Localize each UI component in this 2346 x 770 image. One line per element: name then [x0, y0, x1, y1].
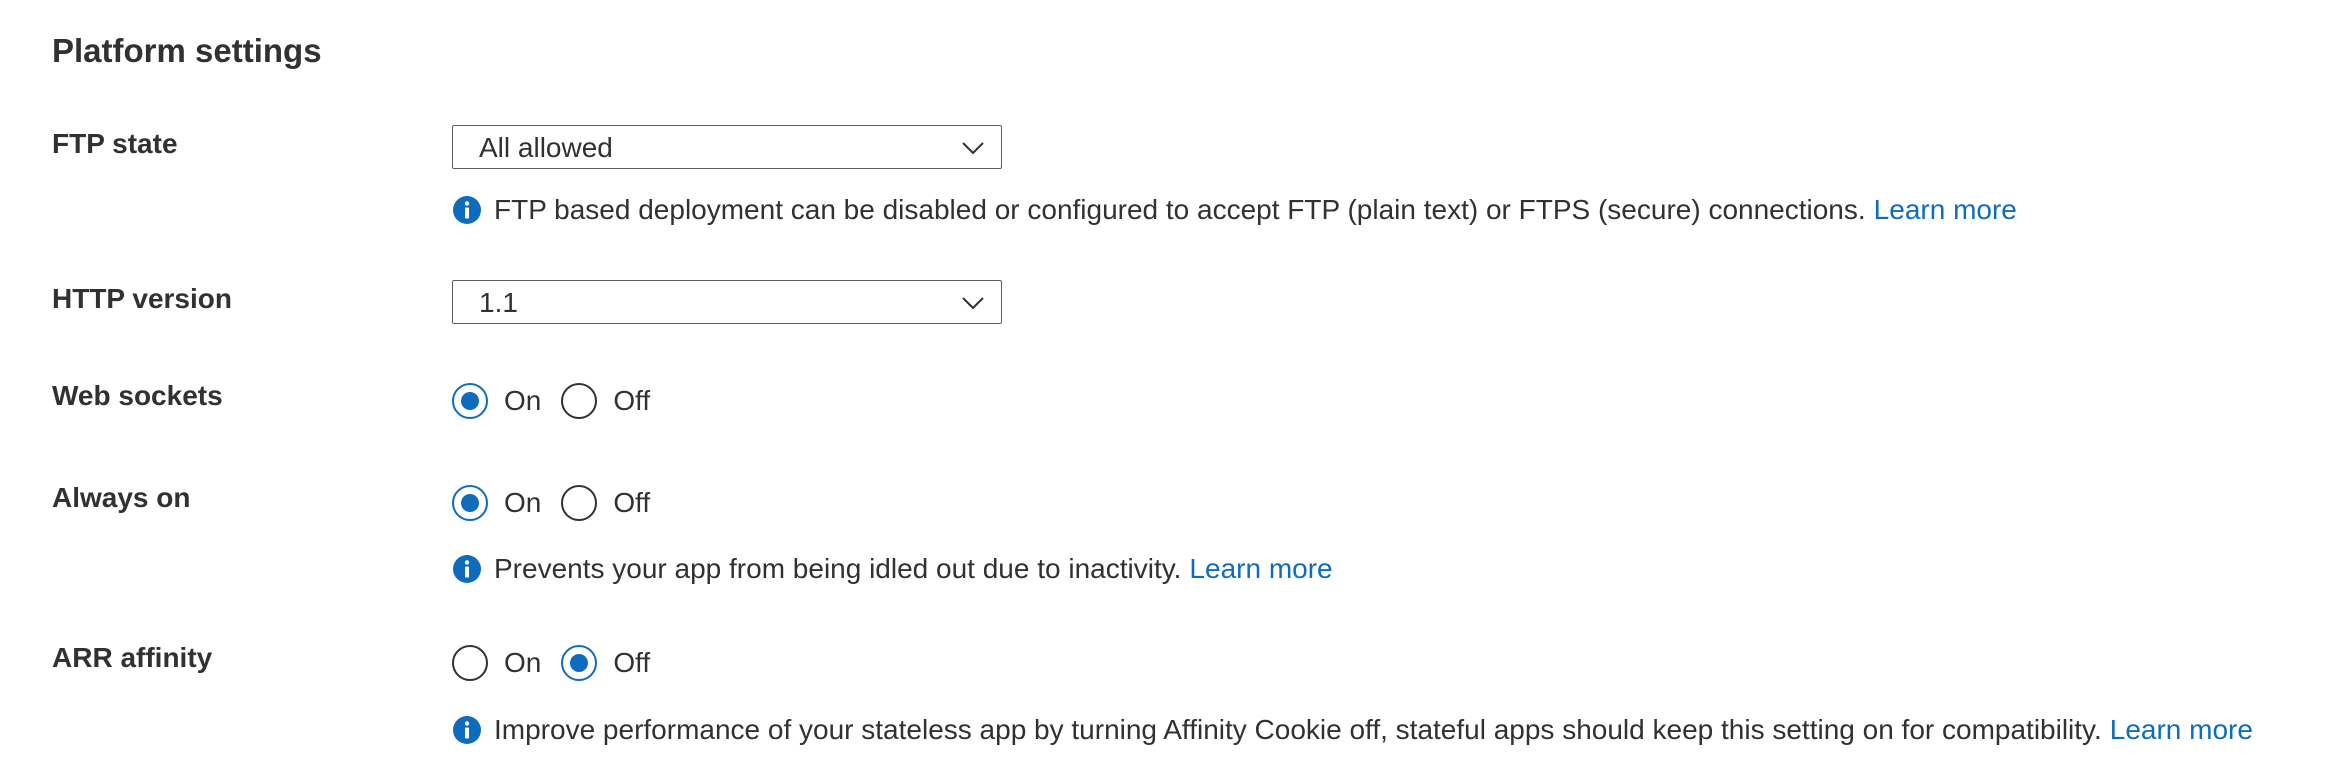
- arr-affinity-label: ARR affinity: [52, 642, 213, 673]
- always-on-off-label: Off: [613, 487, 651, 518]
- http-version-label: HTTP version: [52, 283, 232, 314]
- ftp-state-selected-value: All allowed: [479, 132, 613, 163]
- web-sockets-on-option[interactable]: On: [452, 383, 541, 419]
- web-sockets-on-radio[interactable]: [452, 383, 488, 419]
- http-version-selected-value: 1.1: [479, 287, 518, 318]
- ftp-state-info-text: FTP based deployment can be disabled or …: [494, 194, 1866, 225]
- always-on-on-option[interactable]: On: [452, 485, 541, 521]
- always-on-info: Prevents your app from being idled out d…: [452, 551, 1333, 587]
- always-on-off-option[interactable]: Off: [561, 485, 650, 521]
- always-on-on-label: On: [504, 487, 542, 518]
- always-on-radio-group: On Off: [452, 483, 650, 523]
- http-version-dropdown[interactable]: 1.1: [452, 280, 1002, 324]
- always-on-info-text: Prevents your app from being idled out d…: [494, 553, 1182, 584]
- web-sockets-label: Web sockets: [52, 380, 223, 411]
- arr-affinity-on-radio[interactable]: [452, 645, 488, 681]
- arr-affinity-radio-group: On Off: [452, 643, 650, 683]
- ftp-state-info: FTP based deployment can be disabled or …: [452, 192, 2017, 228]
- arr-affinity-learn-more-link[interactable]: Learn more: [2110, 712, 2253, 748]
- section-title: Platform settings: [52, 32, 322, 69]
- always-on-learn-more-link[interactable]: Learn more: [1189, 551, 1332, 587]
- info-icon: [453, 716, 481, 744]
- web-sockets-on-label: On: [504, 385, 542, 416]
- ftp-state-label: FTP state: [52, 128, 178, 159]
- ftp-state-dropdown[interactable]: All allowed: [452, 125, 1002, 169]
- always-on-off-radio[interactable]: [561, 485, 598, 521]
- arr-affinity-on-label: On: [504, 647, 542, 678]
- info-icon: [453, 555, 481, 583]
- web-sockets-off-label: Off: [613, 385, 651, 416]
- ftp-state-learn-more-link[interactable]: Learn more: [1874, 192, 2017, 228]
- info-icon: [453, 196, 481, 224]
- arr-affinity-on-option[interactable]: On: [452, 645, 541, 681]
- arr-affinity-info: Improve performance of your stateless ap…: [452, 712, 2253, 748]
- web-sockets-radio-group: On Off: [452, 381, 650, 421]
- arr-affinity-info-text: Improve performance of your stateless ap…: [494, 714, 2102, 745]
- chevron-down-icon: [962, 297, 984, 310]
- arr-affinity-off-option[interactable]: Off: [561, 645, 650, 681]
- always-on-label: Always on: [52, 482, 191, 513]
- arr-affinity-off-label: Off: [613, 647, 651, 678]
- chevron-down-icon: [962, 142, 984, 155]
- web-sockets-off-radio[interactable]: [561, 383, 598, 419]
- web-sockets-off-option[interactable]: Off: [561, 383, 650, 419]
- always-on-on-radio[interactable]: [452, 485, 488, 521]
- arr-affinity-off-radio[interactable]: [561, 645, 598, 681]
